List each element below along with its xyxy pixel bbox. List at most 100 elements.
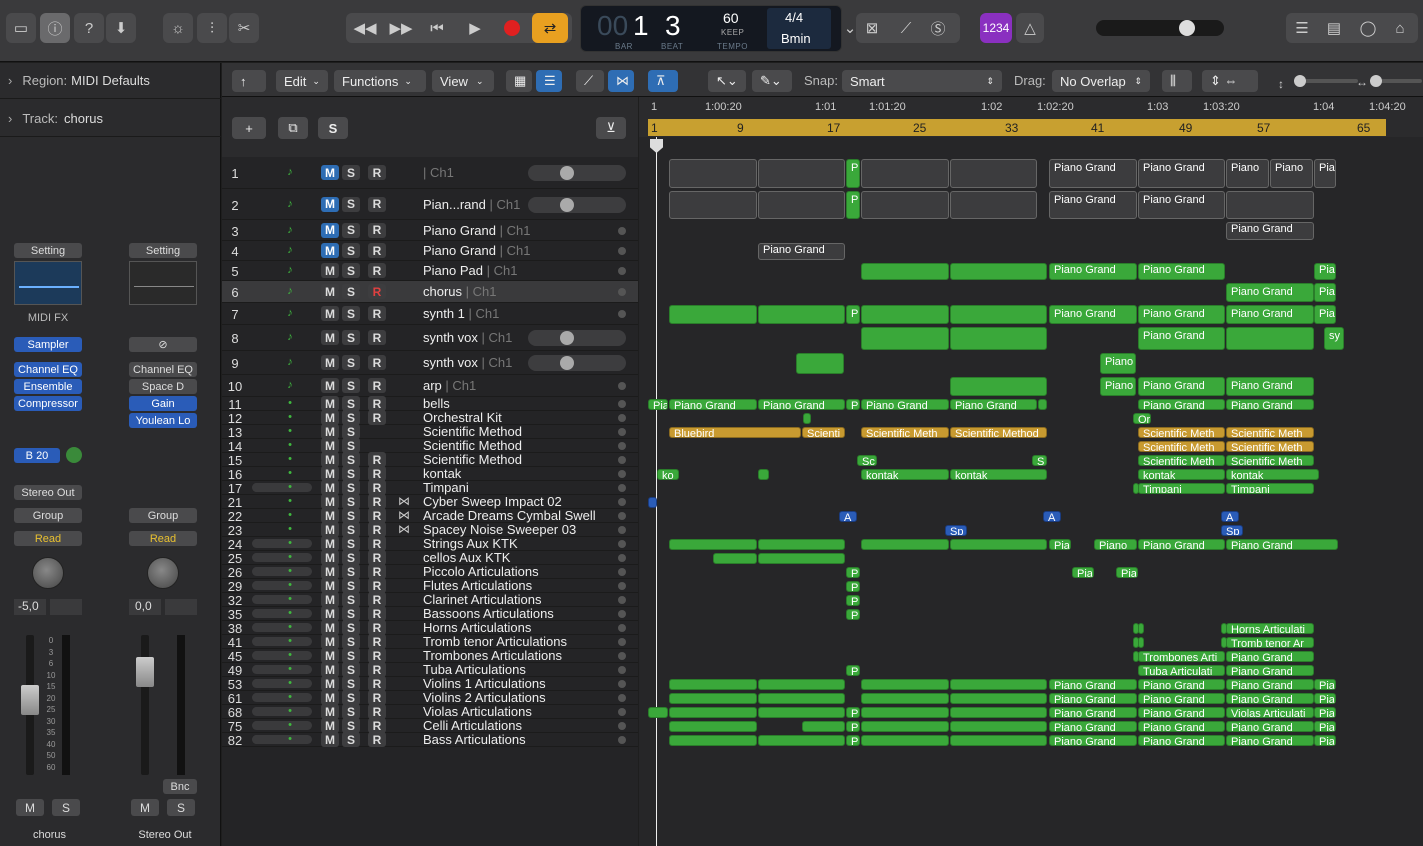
midi-region[interactable]: Piano (1094, 539, 1137, 550)
record-enable-button[interactable]: R (368, 508, 386, 523)
mute-button[interactable]: M (321, 536, 339, 551)
track-name[interactable]: Piano Grand | Ch1 (423, 243, 530, 258)
track-row[interactable]: 82 • M S R Bass Articulations (222, 732, 638, 748)
midi-region[interactable] (669, 693, 757, 704)
midi-region[interactable] (758, 469, 769, 480)
playhead[interactable] (656, 137, 657, 846)
volume-fader-cap[interactable] (136, 657, 154, 687)
pan-knob[interactable] (32, 557, 64, 589)
track-name[interactable]: Arcade Dreams Cymbal Swell (423, 508, 596, 523)
record-enable-button[interactable]: R (368, 634, 386, 649)
midi-region[interactable]: Scientific Meth (1138, 455, 1225, 466)
track-row[interactable]: 75 • M S R Celli Articulations (222, 718, 638, 734)
midi-region[interactable]: Piano Grand (1049, 707, 1137, 718)
midi-region[interactable]: Horns Articulati (1226, 623, 1314, 634)
midi-region[interactable] (861, 721, 949, 732)
snap-select[interactable]: Smart ⇕ (842, 70, 1002, 92)
track-volume-slider[interactable] (528, 330, 626, 346)
solo-button[interactable]: S (342, 508, 360, 523)
midi-region[interactable]: Piano Grand (861, 399, 949, 410)
strip-solo-button[interactable]: S (52, 799, 80, 816)
track-name[interactable]: Trombones Articulations (423, 648, 562, 663)
midi-region[interactable]: Piano Grand (758, 243, 845, 260)
track-row[interactable]: 53 • M S R Violins 1 Articulations (222, 676, 638, 692)
drag-select[interactable]: No Overlap ⇕ (1052, 70, 1150, 92)
midi-region[interactable]: Piano Grand (1138, 735, 1225, 746)
midi-region[interactable]: Timpani (1138, 483, 1225, 494)
track-row[interactable]: 35 • M S R Bassoons Articulations (222, 606, 638, 622)
go-to-start-button[interactable]: ⏮ (422, 13, 452, 43)
midi-region[interactable] (758, 539, 845, 550)
track-row[interactable]: 24 • M S R Strings Aux KTK (222, 536, 638, 552)
mixer-icon[interactable]: ⫶ (197, 13, 227, 43)
midi-region[interactable] (669, 679, 757, 690)
mute-button[interactable]: M (321, 592, 339, 607)
midi-region[interactable]: Pia (1314, 159, 1336, 188)
record-enable-button[interactable]: R (368, 410, 386, 425)
midi-region[interactable] (861, 159, 949, 188)
midi-region[interactable]: Pi (846, 399, 860, 410)
midi-region[interactable] (861, 679, 949, 690)
track-name[interactable]: | Ch1 (423, 165, 454, 180)
back-icon[interactable]: ↑ (232, 70, 266, 92)
midi-region[interactable]: Scientific Meth (1226, 441, 1314, 452)
record-enable-button[interactable]: R (368, 536, 386, 551)
track-row[interactable]: 22 • M S R ⋈ Arcade Dreams Cymbal Swell (222, 508, 638, 524)
solo-button[interactable]: S (342, 196, 360, 212)
midi-region[interactable]: Pi (846, 305, 860, 324)
midi-region[interactable]: Piano Grand (1138, 539, 1225, 550)
solo-button[interactable]: S (342, 452, 360, 467)
midi-region[interactable] (758, 553, 845, 564)
midi-region[interactable]: Piano (1100, 353, 1136, 374)
scissors-icon[interactable]: ✂ (229, 13, 259, 43)
midi-region[interactable]: Piano Grand (1226, 305, 1314, 324)
midi-region[interactable]: Piano (1270, 159, 1313, 188)
record-enable-button[interactable]: R (368, 732, 386, 747)
lcd-display[interactable]: 00 1 3 BAR BEAT 60 KEEP TEMPO 4/4 Bmin (580, 5, 842, 52)
midi-region[interactable]: Pi (846, 191, 860, 219)
solo-button[interactable]: S (342, 648, 360, 663)
record-enable-button[interactable]: R (368, 592, 386, 607)
mute-button[interactable]: M (321, 564, 339, 579)
track-row[interactable]: 13 • M S Scientific Method (222, 424, 638, 440)
strip-mute-button[interactable]: M (16, 799, 44, 816)
solo-button[interactable]: S (342, 378, 360, 393)
record-enable-button[interactable]: R (368, 690, 386, 705)
midi-region[interactable]: Piano (1100, 377, 1136, 396)
midi-region[interactable]: Piano (1226, 159, 1269, 188)
midi-region[interactable] (861, 735, 949, 746)
midi-region[interactable] (1138, 637, 1144, 648)
midi-region[interactable] (713, 553, 757, 564)
midi-region[interactable]: A (1043, 511, 1061, 522)
midi-region[interactable]: Pia (1314, 679, 1336, 690)
record-enable-button[interactable]: R (368, 480, 386, 495)
midi-region[interactable]: Piano Grand (1049, 191, 1137, 219)
mute-button[interactable]: M (321, 732, 339, 747)
midi-region[interactable] (758, 159, 845, 188)
midi-region[interactable]: Bluebird (669, 427, 801, 438)
midi-region[interactable]: Piano Grand (1226, 679, 1314, 690)
automation-icon[interactable]: ⟋ (576, 70, 604, 92)
midi-region[interactable]: Piano Grand (1138, 721, 1225, 732)
midi-region[interactable] (758, 693, 845, 704)
solo-button[interactable]: S (342, 676, 360, 691)
mute-button[interactable]: M (321, 648, 339, 663)
midi-region[interactable]: Piano Grand (1049, 305, 1137, 324)
midi-region[interactable] (669, 721, 757, 732)
output-slot[interactable]: Stereo Out (14, 485, 82, 500)
info-icon[interactable]: ⓘ (40, 13, 70, 43)
track-name[interactable]: Scientific Method (423, 424, 522, 439)
midi-region[interactable] (758, 305, 845, 324)
strip-mute-button[interactable]: M (131, 799, 159, 816)
midi-region[interactable]: Scienti (802, 427, 845, 438)
midi-region[interactable]: Piano Grand (1226, 665, 1314, 676)
midi-region[interactable]: Piano Grand (1226, 735, 1314, 746)
solo-button[interactable]: S (342, 243, 360, 258)
plugin-slot[interactable]: Channel EQ (129, 362, 197, 377)
pan-knob[interactable] (147, 557, 179, 589)
solo-button[interactable]: S (342, 330, 360, 345)
mute-button[interactable]: M (321, 196, 339, 212)
record-enable-button[interactable]: R (368, 564, 386, 579)
record-enable-button[interactable]: R (368, 606, 386, 621)
track-inspector-row[interactable]: › Track: chorus (0, 101, 221, 137)
